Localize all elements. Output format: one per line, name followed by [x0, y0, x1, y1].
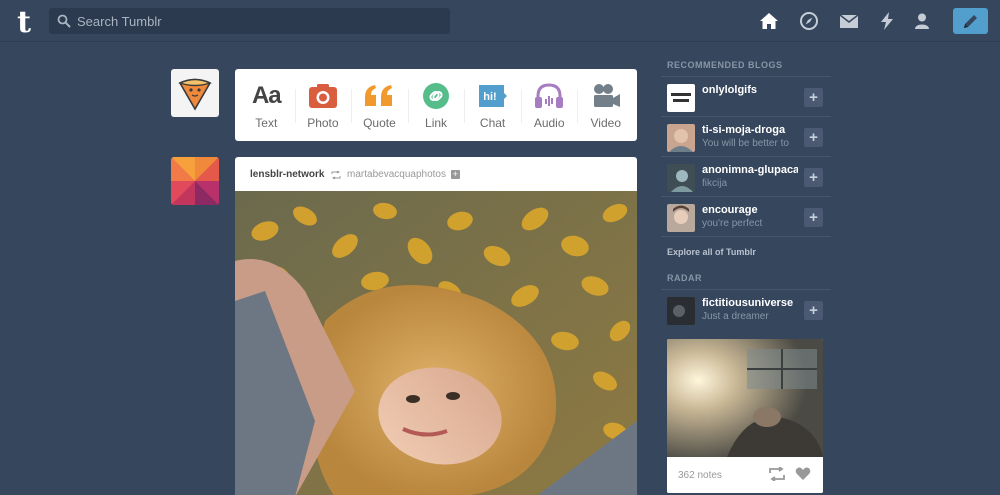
post-type-bar: Aa Text Photo Quote Link hi! Chat Audio … — [235, 69, 637, 141]
compose-button[interactable] — [953, 8, 988, 34]
blog-tagline: You will be better to — [702, 138, 789, 149]
radar-post-photo[interactable] — [667, 339, 823, 457]
post-type-label: Link — [425, 116, 448, 130]
sidebar: Recommended Blogs onlylolgifs + ti-si-mo… — [661, 60, 831, 330]
follow-button[interactable]: + — [804, 168, 823, 187]
top-bar: t — [0, 0, 1000, 42]
svg-text:hi!: hi! — [483, 91, 496, 103]
post-type-quote-button[interactable]: Quote — [351, 69, 408, 141]
blog-avatar[interactable] — [667, 204, 695, 232]
inbox-mail-icon[interactable] — [839, 11, 859, 31]
activity-lightning-icon[interactable] — [877, 11, 897, 31]
post-type-photo-button[interactable]: Photo — [294, 69, 352, 141]
post-type-chat-button[interactable]: hi! Chat — [464, 69, 521, 141]
notes-count[interactable]: 362 notes — [678, 470, 722, 481]
search-input[interactable] — [77, 8, 437, 34]
blog-tagline: fikcija — [702, 178, 728, 189]
post-header: lensblr-network martabevacquaphotos + — [235, 157, 637, 191]
post-type-label: Photo — [307, 116, 339, 130]
blog-avatar[interactable] — [667, 164, 695, 192]
post-type-label: Video — [590, 116, 621, 130]
post-photo[interactable] — [235, 191, 637, 495]
blog-name[interactable]: anonimna-glupaca — [702, 164, 798, 176]
reblog-icon[interactable] — [768, 467, 786, 481]
post-type-label: Quote — [363, 116, 396, 130]
search-icon — [57, 14, 71, 28]
quote-icon — [362, 81, 396, 111]
blog-name[interactable]: fictitiousuniverse — [702, 297, 798, 309]
portrait-avatar-icon — [667, 297, 695, 325]
dashboard-post: lensblr-network martabevacquaphotos + — [235, 157, 637, 495]
post-type-label: Chat — [479, 116, 506, 130]
radar-blog-row[interactable]: fictitiousuniverse Just a dreamer + — [661, 290, 831, 330]
follow-button[interactable]: + — [804, 301, 823, 320]
blog-avatar[interactable] — [667, 124, 695, 152]
tumblr-logo-icon[interactable]: t — [9, 5, 39, 40]
headphones-icon — [532, 81, 566, 111]
recommended-blog-item[interactable]: encourage you're perfect + — [661, 197, 831, 237]
explore-compass-icon[interactable] — [799, 11, 819, 31]
post-blog-avatar[interactable] — [171, 157, 219, 205]
follow-button[interactable]: + — [804, 88, 823, 107]
post-blog-name[interactable]: lensblr-network — [250, 169, 324, 180]
blog-avatar[interactable] — [667, 297, 695, 325]
post-type-link-button[interactable]: Link — [407, 69, 465, 141]
recommended-blogs-heading: Recommended Blogs — [661, 60, 831, 77]
compose-pencil-icon — [964, 15, 977, 28]
portrait-avatar-icon — [667, 204, 695, 232]
blog-tagline: you're perfect — [702, 218, 763, 229]
blog-avatar[interactable] — [667, 84, 695, 112]
home-icon[interactable] — [759, 11, 779, 31]
post-type-video-button[interactable]: Video — [577, 69, 634, 141]
follow-button[interactable]: + — [804, 128, 823, 147]
radar-post-footer: 362 notes — [667, 457, 823, 493]
lensblr-logo-icon — [171, 157, 219, 205]
blog-name[interactable]: onlylolgifs — [702, 84, 798, 96]
post-type-text-button[interactable]: Aa Text — [238, 69, 295, 141]
blog-tagline: Just a dreamer — [702, 311, 769, 322]
chat-icon: hi! — [476, 81, 510, 111]
recommended-blog-item[interactable]: anonimna-glupaca fikcija + — [661, 157, 831, 197]
portrait-avatar-icon — [667, 164, 695, 192]
search-box[interactable] — [49, 8, 450, 34]
reblogged-from-blog-name[interactable]: martabevacquaphotos — [347, 169, 446, 180]
onlylolgifs-avatar-icon — [667, 84, 695, 112]
post-type-label: Audio — [533, 116, 565, 130]
link-icon — [419, 81, 453, 111]
ice-cream-avatar-icon — [178, 78, 212, 111]
radar-blog-item[interactable]: fictitiousuniverse Just a dreamer + — [661, 290, 831, 330]
user-avatar[interactable] — [171, 69, 219, 117]
camera-icon — [306, 81, 340, 111]
portrait-avatar-icon — [667, 124, 695, 152]
post-type-audio-button[interactable]: Audio — [520, 69, 578, 141]
blog-name[interactable]: ti-si-moja-droga — [702, 124, 798, 136]
radar-post-card[interactable]: 362 notes — [667, 339, 823, 493]
account-person-icon[interactable] — [912, 11, 932, 31]
text-icon: Aa — [251, 82, 282, 109]
post-type-label: Text — [255, 116, 278, 130]
recommended-blog-item[interactable]: onlylolgifs + — [661, 77, 831, 117]
video-camera-icon — [589, 81, 623, 111]
recommended-blog-item[interactable]: ti-si-moja-droga You will be better to + — [661, 117, 831, 157]
blog-name[interactable]: encourage — [702, 204, 798, 216]
reblog-icon — [331, 171, 341, 179]
logo-letter: t — [17, 5, 31, 37]
follow-plus-icon[interactable]: + — [450, 170, 460, 179]
explore-tumblr-link[interactable]: Explore all of Tumblr — [661, 237, 831, 267]
follow-button[interactable]: + — [804, 208, 823, 227]
radar-heading: Radar — [661, 273, 831, 290]
like-heart-icon[interactable] — [795, 467, 811, 481]
